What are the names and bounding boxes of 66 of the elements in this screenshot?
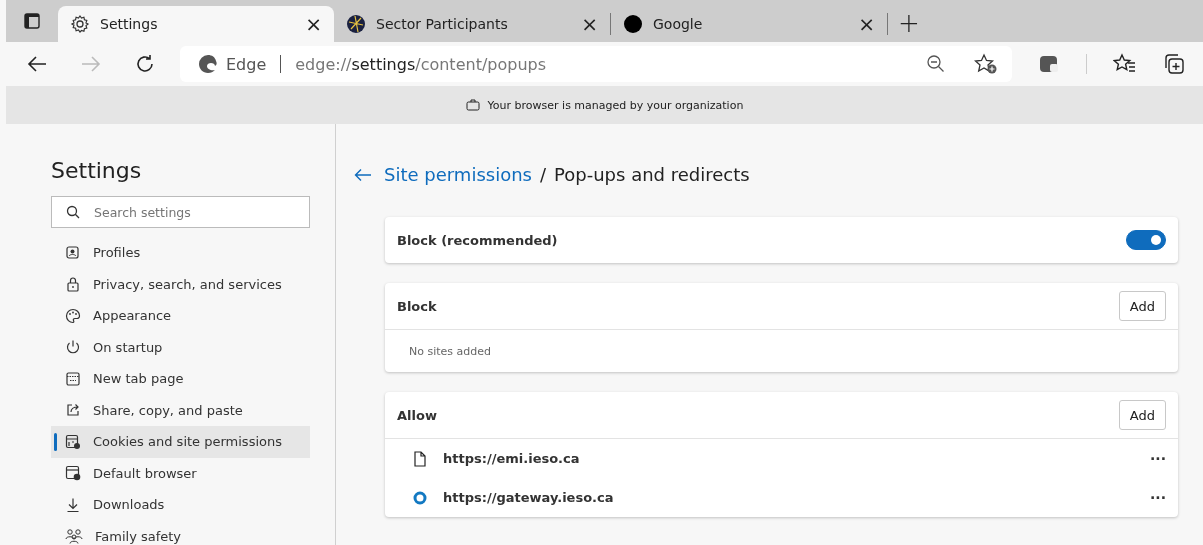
family-icon: [65, 528, 83, 545]
more-options-button[interactable]: ···: [1150, 450, 1166, 467]
new-tab-page-icon: [65, 370, 81, 387]
ring-icon: [413, 490, 427, 505]
url-text: edge://settings/content/popups: [295, 54, 547, 74]
browser-tab[interactable]: Settings ×: [58, 6, 334, 42]
sidebar-title: Settings: [51, 158, 143, 183]
setting-label: Block (recommended): [397, 232, 558, 248]
browser-tab[interactable]: Google ×: [611, 6, 887, 42]
sidebar-item[interactable]: Default browser: [51, 457, 310, 489]
tab-title: Google: [653, 16, 704, 32]
close-tab-button[interactable]: ×: [581, 12, 598, 36]
section-title: Allow: [397, 407, 437, 423]
add-favorite-icon[interactable]: [974, 53, 998, 75]
browser-tab[interactable]: Sector Participants ×: [334, 6, 610, 42]
site-url: https://gateway.ieso.ca: [443, 490, 615, 505]
new-tab-button[interactable]: +: [888, 10, 930, 42]
page-icon: [413, 450, 427, 467]
empty-message: No sites added: [408, 343, 492, 360]
sidebar-item[interactable]: Family safety: [51, 520, 310, 545]
download-icon: [65, 496, 81, 513]
add-button[interactable]: Add: [1118, 291, 1166, 321]
edge-logo-icon: [198, 54, 218, 74]
favorites-icon[interactable]: [1113, 53, 1137, 75]
tab-title: Sector Participants: [376, 16, 509, 32]
page-title: Pop-ups and redirects: [554, 164, 750, 185]
sidebar-item[interactable]: New tab page: [51, 363, 310, 395]
site-label: Edge: [226, 54, 267, 74]
tab-actions-icon[interactable]: [23, 12, 41, 30]
globe-icon: [346, 14, 366, 34]
back-arrow-icon[interactable]: [354, 167, 372, 182]
circle-icon: [623, 14, 643, 34]
gear-icon: [70, 14, 90, 34]
sidebar-item[interactable]: On startup: [51, 331, 310, 363]
share-icon: [65, 402, 81, 419]
toggle-switch[interactable]: [1126, 230, 1166, 250]
search-icon: [66, 205, 80, 219]
collections-icon[interactable]: [1163, 53, 1185, 75]
sidebar-item[interactable]: Cookies and site permissions: [51, 426, 310, 458]
breadcrumb-separator: /: [539, 164, 547, 185]
palette-icon: [65, 307, 81, 324]
tab-title: Settings: [100, 16, 159, 32]
cookies-permissions-icon: [65, 433, 81, 450]
sidebar-item[interactable]: Share, copy, and paste: [51, 394, 310, 426]
zoom-out-icon[interactable]: [926, 54, 946, 74]
profile-icon: [65, 244, 81, 261]
refresh-icon[interactable]: [134, 53, 156, 75]
sidebar-item[interactable]: Profiles: [51, 237, 310, 269]
site-url: https://emi.ieso.ca: [443, 451, 581, 466]
sidebar-item[interactable]: Privacy, search, and services: [51, 268, 310, 300]
managed-notice: Your browser is managed by your organization: [487, 98, 744, 112]
section-title: Block: [397, 298, 437, 314]
sidebar-item[interactable]: Downloads: [51, 489, 310, 521]
search-field[interactable]: Search settings: [51, 196, 310, 228]
power-icon: [65, 339, 81, 356]
briefcase-icon: [465, 99, 480, 111]
sidebar-item[interactable]: Appearance: [51, 300, 310, 332]
breadcrumb-link[interactable]: Site permissions: [384, 164, 532, 185]
default-browser-icon: [65, 465, 81, 482]
extension-icon[interactable]: [1038, 53, 1060, 75]
address-bar[interactable]: Edge edge://settings/content/popups: [180, 46, 1012, 82]
close-tab-button[interactable]: ×: [858, 12, 875, 36]
more-options-button[interactable]: ···: [1150, 489, 1166, 506]
add-button[interactable]: Add: [1118, 400, 1166, 430]
close-tab-button[interactable]: ×: [305, 12, 322, 36]
lock-icon: [65, 276, 81, 293]
